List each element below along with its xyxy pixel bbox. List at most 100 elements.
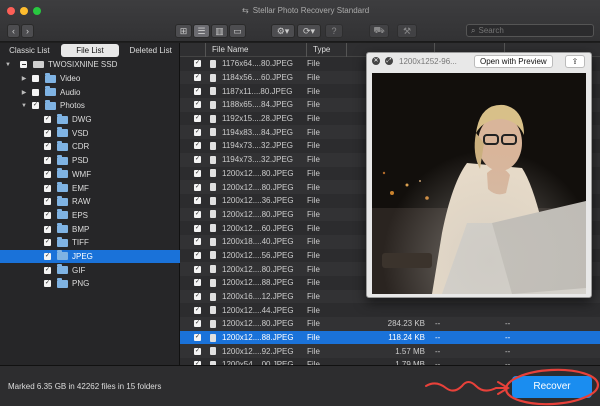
- nav-forward-button[interactable]: ›: [21, 24, 34, 38]
- tree-item-cdr[interactable]: ✓ CDR: [0, 140, 180, 154]
- open-with-preview-button[interactable]: Open with Preview: [474, 55, 553, 68]
- type-checkbox[interactable]: ✓: [44, 129, 51, 137]
- type-checkbox[interactable]: ✓: [44, 170, 51, 178]
- tree-item-png[interactable]: ✓ PNG: [0, 277, 180, 291]
- tree-item-raw[interactable]: ✓ RAW: [0, 195, 180, 209]
- row-checkbox[interactable]: ✓: [194, 169, 201, 177]
- tab-deleted-list[interactable]: Deleted List: [121, 43, 180, 58]
- tab-file-list[interactable]: File List: [60, 44, 120, 57]
- type-checkbox[interactable]: ✓: [44, 157, 51, 165]
- close-preview-icon[interactable]: ✕: [372, 57, 380, 65]
- view-list-button[interactable]: ☰: [193, 24, 210, 38]
- photos-checkbox[interactable]: ✓: [32, 102, 39, 110]
- tab-classic-list[interactable]: Classic List: [0, 43, 59, 58]
- table-row[interactable]: ✓ 1200x12....88.JPEG File 118.24 KB -- --: [180, 330, 600, 345]
- tree-item-tiff[interactable]: ✓ TIFF: [0, 236, 180, 250]
- type-checkbox[interactable]: ✓: [44, 225, 51, 233]
- type-checkbox[interactable]: ✓: [44, 266, 51, 274]
- refresh-button[interactable]: ⟳▾: [297, 24, 321, 38]
- type-checkbox[interactable]: ✓: [44, 116, 51, 124]
- search-input[interactable]: [478, 26, 579, 35]
- table-row[interactable]: ✓ 1200x54....00.JPEG File 1.79 MB -- --: [180, 358, 600, 365]
- disclosure-down-icon[interactable]: ▼: [20, 103, 28, 109]
- tree-item-photos[interactable]: ▼ ✓ Photos: [0, 99, 180, 113]
- view-columns-button[interactable]: ▥: [211, 24, 228, 38]
- tools-button[interactable]: ⚒: [397, 24, 417, 38]
- type-cell: File: [307, 141, 320, 151]
- tree-item-audio[interactable]: ▶ Audio: [0, 85, 180, 99]
- tree-item-video[interactable]: ▶ Video: [0, 72, 180, 86]
- file-icon: [209, 87, 216, 96]
- file-name-cell: 1194x83....84.JPEG: [222, 127, 294, 137]
- file-icon: [209, 210, 216, 219]
- share-icon[interactable]: ⇪: [565, 55, 585, 68]
- drive-checkbox[interactable]: [20, 61, 27, 69]
- search-field[interactable]: ⌕: [466, 24, 594, 37]
- tree-item-psd[interactable]: ✓ PSD: [0, 154, 180, 168]
- row-checkbox[interactable]: ✓: [194, 197, 201, 205]
- row-checkbox[interactable]: ✓: [194, 238, 201, 246]
- row-checkbox[interactable]: ✓: [194, 101, 201, 109]
- tree-item-wmf[interactable]: ✓ WMF: [0, 168, 180, 182]
- row-checkbox[interactable]: ✓: [194, 60, 201, 68]
- type-checkbox[interactable]: ✓: [44, 280, 51, 288]
- row-checkbox[interactable]: ✓: [194, 156, 201, 164]
- table-row[interactable]: ✓ 1200x12....92.JPEG File 1.57 MB -- --: [180, 344, 600, 359]
- minimize-window-button[interactable]: [20, 7, 28, 15]
- view-coverflow-button[interactable]: ▭: [229, 24, 246, 38]
- disclosure-right-icon[interactable]: ▶: [20, 75, 28, 82]
- video-checkbox[interactable]: [32, 75, 39, 83]
- row-checkbox[interactable]: ✓: [194, 347, 201, 355]
- fullscreen-preview-icon[interactable]: ⤢: [385, 57, 393, 65]
- disclosure-down-icon[interactable]: ▼: [4, 62, 12, 68]
- row-checkbox[interactable]: ✓: [194, 279, 201, 287]
- view-icons-button[interactable]: ⊞: [175, 24, 192, 38]
- row-checkbox[interactable]: ✓: [194, 320, 201, 328]
- tree-item-label: BMP: [72, 224, 90, 234]
- tree-item-drive[interactable]: ▼ TWOSIXNINE SSD: [0, 58, 180, 72]
- row-checkbox[interactable]: ✓: [194, 210, 201, 218]
- row-checkbox[interactable]: ✓: [194, 293, 201, 301]
- type-checkbox[interactable]: ✓: [44, 184, 51, 192]
- audio-checkbox[interactable]: [32, 88, 39, 96]
- type-column-header[interactable]: Type: [307, 43, 347, 57]
- row-checkbox[interactable]: ✓: [194, 224, 201, 232]
- tree-item-dwg[interactable]: ✓ DWG: [0, 113, 180, 127]
- row-checkbox[interactable]: ✓: [194, 334, 201, 342]
- row-checkbox[interactable]: ✓: [194, 87, 201, 95]
- row-checkbox[interactable]: ✓: [194, 142, 201, 150]
- cart-button[interactable]: ⛟: [369, 24, 389, 38]
- tree-item-gif[interactable]: ✓ GIF: [0, 263, 180, 277]
- file-name-cell: 1200x12....80.JPEG: [222, 168, 294, 178]
- disclosure-right-icon[interactable]: ▶: [20, 89, 28, 96]
- close-window-button[interactable]: [7, 7, 15, 15]
- preview-title: 1200x1252-96...: [399, 57, 457, 66]
- type-checkbox[interactable]: ✓: [44, 252, 51, 260]
- type-checkbox[interactable]: ✓: [44, 239, 51, 247]
- size-cell: 118.24 KB: [388, 333, 425, 343]
- row-checkbox[interactable]: ✓: [194, 115, 201, 123]
- type-checkbox[interactable]: ✓: [44, 211, 51, 219]
- type-checkbox[interactable]: ✓: [44, 143, 51, 151]
- row-checkbox[interactable]: ✓: [194, 183, 201, 191]
- recover-button[interactable]: Recover: [512, 376, 592, 398]
- tree-item-jpeg[interactable]: ✓ JPEG: [0, 249, 180, 264]
- help-button[interactable]: ?: [325, 24, 343, 38]
- tree-item-eps[interactable]: ✓ EPS: [0, 209, 180, 223]
- row-checkbox[interactable]: ✓: [194, 251, 201, 259]
- tree-item-vsd[interactable]: ✓ VSD: [0, 126, 180, 140]
- nav-back-button[interactable]: ‹: [7, 24, 20, 38]
- settings-button[interactable]: ⚙▾: [271, 24, 295, 38]
- table-row[interactable]: ✓ 1200x12....44.JPEG File: [180, 303, 600, 318]
- file-name-column-header[interactable]: File Name: [206, 43, 307, 57]
- table-row[interactable]: ✓ 1200x12....80.JPEG File 284.23 KB -- --: [180, 317, 600, 331]
- row-checkbox[interactable]: ✓: [194, 74, 201, 82]
- tree-item-emf[interactable]: ✓ EMF: [0, 181, 180, 195]
- row-checkbox[interactable]: ✓: [194, 265, 201, 273]
- type-checkbox[interactable]: ✓: [44, 198, 51, 206]
- tree-item-bmp[interactable]: ✓ BMP: [0, 222, 180, 236]
- checkbox-column-header[interactable]: [180, 43, 206, 57]
- zoom-window-button[interactable]: [33, 7, 41, 15]
- row-checkbox[interactable]: ✓: [194, 128, 201, 136]
- row-checkbox[interactable]: ✓: [194, 306, 201, 314]
